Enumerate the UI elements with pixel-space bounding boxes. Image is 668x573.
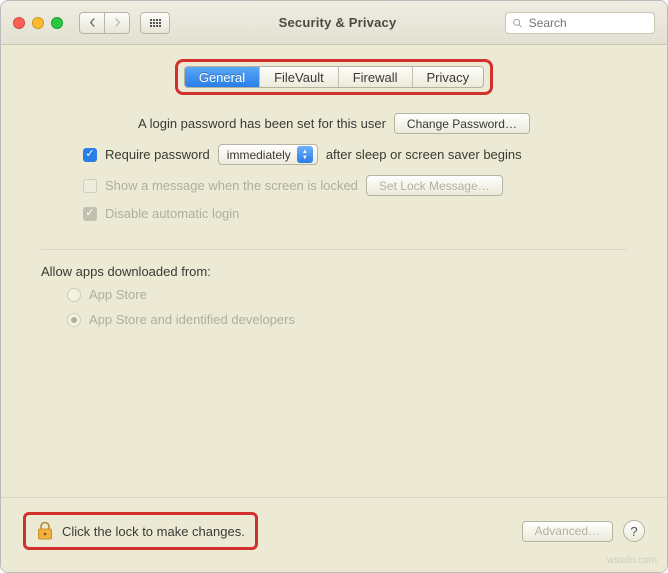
tab-bar: General FileVault Firewall Privacy: [184, 66, 484, 88]
disable-auto-login-checkbox: [83, 207, 97, 221]
content-area: General FileVault Firewall Privacy A log…: [1, 45, 667, 327]
show-message-label: Show a message when the screen is locked: [105, 178, 358, 193]
forward-button[interactable]: [104, 12, 130, 34]
tab-filevault[interactable]: FileVault: [260, 67, 339, 87]
lock-message: Click the lock to make changes.: [62, 524, 245, 539]
watermark: wsxdn.com: [607, 555, 657, 566]
tab-firewall[interactable]: Firewall: [339, 67, 413, 87]
search-icon: [512, 17, 523, 29]
require-password-checkbox[interactable]: [83, 148, 97, 162]
close-icon[interactable]: [13, 17, 25, 29]
window-title: Security & Privacy: [180, 15, 495, 30]
lock-area-highlight: Click the lock to make changes.: [23, 512, 258, 550]
show-all-button[interactable]: [140, 12, 170, 34]
set-lock-message-button: Set Lock Message…: [366, 175, 503, 196]
allow-appstore-label: App Store: [89, 287, 147, 302]
require-password-delay-select[interactable]: immediately: [218, 144, 318, 165]
tab-privacy[interactable]: Privacy: [413, 67, 484, 87]
search-input[interactable]: [527, 15, 648, 31]
require-password-suffix: after sleep or screen saver begins: [326, 147, 522, 162]
login-password-message: A login password has been set for this u…: [138, 116, 386, 131]
footer: Click the lock to make changes. Advanced…: [1, 497, 667, 572]
stepper-arrows-icon: [297, 146, 313, 163]
nav-buttons: [79, 12, 130, 34]
lock-icon[interactable]: [36, 521, 54, 541]
tabs-highlight: General FileVault Firewall Privacy: [175, 59, 493, 95]
tab-general[interactable]: General: [185, 67, 260, 87]
require-password-delay-value: immediately: [227, 148, 291, 162]
allow-identified-label: App Store and identified developers: [89, 312, 295, 327]
general-panel: A login password has been set for this u…: [29, 95, 639, 327]
allow-apps-heading: Allow apps downloaded from:: [41, 264, 627, 279]
help-button[interactable]: ?: [623, 520, 645, 542]
grid-icon: [150, 19, 161, 27]
back-button[interactable]: [79, 12, 105, 34]
allow-appstore-radio: [67, 288, 81, 302]
security-privacy-window: Security & Privacy General FileVault Fir…: [0, 0, 668, 573]
search-field[interactable]: [505, 12, 655, 34]
show-message-checkbox: [83, 179, 97, 193]
chevron-left-icon: [88, 18, 97, 27]
zoom-icon[interactable]: [51, 17, 63, 29]
window-controls: [13, 17, 63, 29]
chevron-right-icon: [113, 18, 122, 27]
allow-identified-radio: [67, 313, 81, 327]
require-password-label: Require password: [105, 147, 210, 162]
minimize-icon[interactable]: [32, 17, 44, 29]
change-password-button[interactable]: Change Password…: [394, 113, 530, 134]
divider: [41, 249, 627, 250]
advanced-button[interactable]: Advanced…: [522, 521, 613, 542]
disable-auto-login-label: Disable automatic login: [105, 206, 239, 221]
titlebar: Security & Privacy: [1, 1, 667, 45]
